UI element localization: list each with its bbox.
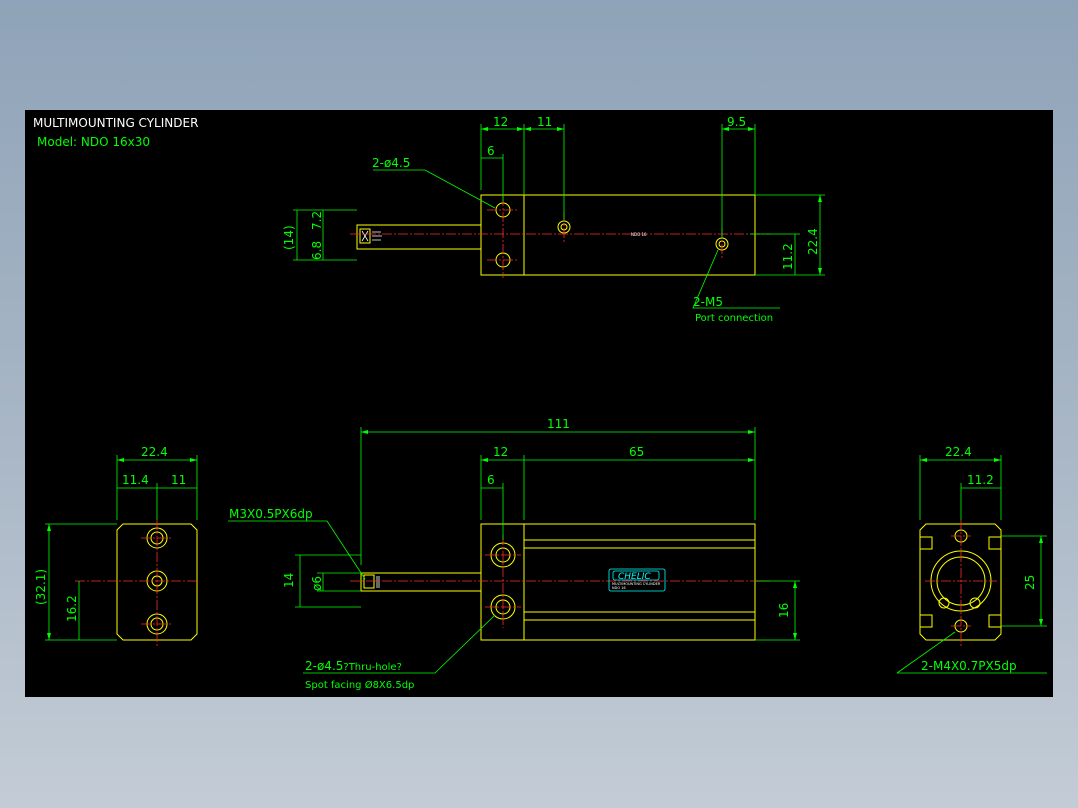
dim-left-11-4: 11.4 [122,473,149,487]
cad-drawing: MULTIMOUNTING CYLINDER Model: NDO 16x30 … [33,115,1047,691]
brand-model: NDO 16 [612,586,626,590]
thread-callout-right: 2-M4X0.7PX5dp [921,659,1017,673]
dim-front-14: 14 [282,573,296,588]
dim-front-12: 12 [493,445,508,459]
dim-front-phi6: ø6 [310,576,324,591]
thread-callout-front: M3X0.5PX6dp [229,507,313,521]
dim-top-12: 12 [493,115,508,129]
dim-top-11-2: 11.2 [781,243,795,270]
dim-top-22-4: 22.4 [806,228,820,255]
dim-right-11-2: 11.2 [967,473,994,487]
drawing-title: MULTIMOUNTING CYLINDER [33,116,198,130]
spot-facing-note: Spot facing Ø8X6.5dp [305,679,414,691]
dim-top-9-5: 9.5 [727,115,746,129]
dim-top-7-2: 7.2 [310,211,324,230]
dim-front-65: 65 [629,445,644,459]
front-view: CHELIC MULTIMOUNTING CYLINDER NDO 16 111… [228,417,800,691]
right-view: 22.4 11.2 25 2-M4X0.7PX5dp [896,445,1047,674]
dim-left-32-1: (32.1) [34,569,48,605]
hole-callout-top: 2-ø4.5 [372,156,410,170]
port-callout: 2-M5 [693,295,723,309]
brand-label: CHELIC [618,572,651,582]
rod-end-front [363,574,375,589]
dim-top-6-8: 6.8 [310,241,324,260]
dim-top-14: (14) [282,225,296,250]
hole-callout-front: 2-ø4.5?Thru-hole? [305,659,402,673]
dim-front-16: 16 [777,603,791,618]
model-label: Model: NDO 16x30 [37,135,150,149]
top-view-tag: NDO 16 [631,232,647,237]
dim-front-111: 111 [547,417,570,431]
dim-left-11: 11 [171,473,186,487]
dim-top-6: 6 [487,144,495,158]
dim-right-22-4: 22.4 [945,445,972,459]
top-view: NDO 16 12 11 9.5 6 2-ø4.5 (14) 7.2 6.8 2… [282,115,825,324]
dimension-arrows [47,127,1043,640]
dim-front-6: 6 [487,473,495,487]
end-cap-top [480,194,525,276]
left-view: 22.4 11.4 11 (32.1) 16.2 [34,445,198,648]
dim-top-11: 11 [537,115,552,129]
dim-left-16-2: 16.2 [65,595,79,622]
port-note: Port connection [695,313,773,324]
piston-rod-top [356,224,482,250]
drawing-sheet: MULTIMOUNTING CYLINDER Model: NDO 16x30 … [25,110,1053,697]
dim-left-22-4: 22.4 [141,445,168,459]
dim-right-25: 25 [1023,575,1037,590]
